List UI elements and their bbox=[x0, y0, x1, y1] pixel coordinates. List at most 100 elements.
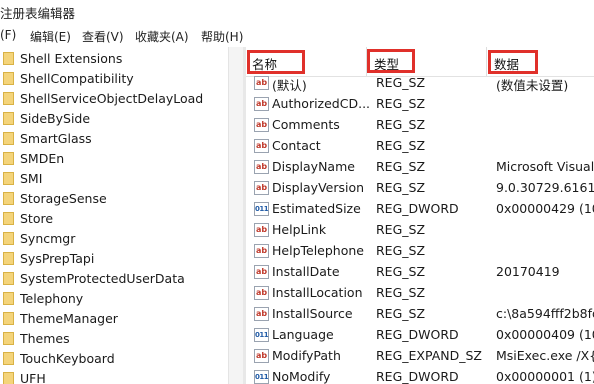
string-value-icon: ab bbox=[254, 139, 269, 153]
tree-item-label: TouchKeyboard bbox=[20, 351, 115, 366]
value-type: REG_SZ bbox=[376, 264, 426, 279]
title-bar: 注册表编辑器 bbox=[0, 0, 594, 24]
menu-favorites[interactable]: 收藏夹(A) bbox=[135, 28, 189, 45]
tree-item-label: SideBySide bbox=[20, 111, 91, 126]
tree-item[interactable]: Themes bbox=[0, 329, 228, 349]
value-type: REG_SZ bbox=[376, 117, 426, 132]
value-name: Language bbox=[272, 327, 334, 342]
tree-item[interactable]: Shell Extensions bbox=[0, 49, 228, 69]
value-row[interactable]: ab Contact REG_SZ bbox=[246, 136, 594, 157]
value-type: REG_DWORD bbox=[376, 201, 459, 216]
tree-item[interactable]: SMI bbox=[0, 169, 228, 189]
string-value-icon: ab bbox=[254, 118, 269, 132]
value-row[interactable]: 011 NoModify REG_DWORD 0x00000001 (1) bbox=[246, 367, 594, 384]
tree-scrollbar[interactable] bbox=[228, 47, 243, 384]
tree-item[interactable]: SysPrepTapi bbox=[0, 249, 228, 269]
value-row[interactable]: ab AuthorizedCD... REG_SZ bbox=[246, 94, 594, 115]
folder-icon bbox=[3, 52, 14, 65]
string-value-icon: ab bbox=[254, 244, 269, 258]
value-row[interactable]: ab HelpLink REG_SZ bbox=[246, 220, 594, 241]
tree-item-label: UFH bbox=[20, 371, 46, 384]
menu-edit[interactable]: 编辑(E) bbox=[30, 28, 71, 45]
value-row[interactable]: ab DisplayName REG_SZ Microsoft Visual bbox=[246, 157, 594, 178]
value-type: REG_SZ bbox=[376, 306, 426, 321]
value-name: Contact bbox=[272, 138, 321, 153]
folder-icon bbox=[3, 212, 14, 225]
string-value-icon: ab bbox=[254, 286, 269, 300]
value-row[interactable]: 011 EstimatedSize REG_DWORD 0x00000429 (… bbox=[246, 199, 594, 220]
highlight-box-name bbox=[247, 50, 305, 74]
tree-item-label: Shell Extensions bbox=[20, 51, 123, 66]
value-name: InstallDate bbox=[272, 264, 340, 279]
tree-item[interactable]: ShellCompatibility bbox=[0, 69, 228, 89]
value-row[interactable]: ab Comments REG_SZ bbox=[246, 115, 594, 136]
folder-icon bbox=[3, 312, 14, 325]
tree-item[interactable]: UFH bbox=[0, 369, 228, 384]
folder-icon bbox=[3, 292, 14, 305]
value-name: Comments bbox=[272, 117, 340, 132]
folder-icon bbox=[3, 372, 14, 384]
folder-icon bbox=[3, 172, 14, 185]
menu-file[interactable]: (F) bbox=[0, 28, 16, 42]
tree-item-label: Telephony bbox=[20, 291, 84, 306]
tree-item[interactable]: SMDEn bbox=[0, 149, 228, 169]
tree-item-label: SMDEn bbox=[20, 151, 65, 166]
tree-item[interactable]: Syncmgr bbox=[0, 229, 228, 249]
registry-tree[interactable]: Shell Extensions ShellCompatibility Shel… bbox=[0, 47, 243, 384]
folder-icon bbox=[3, 152, 14, 165]
highlight-box-type bbox=[367, 49, 415, 73]
folder-icon bbox=[3, 232, 14, 245]
value-type: REG_DWORD bbox=[376, 327, 459, 342]
folder-icon bbox=[3, 352, 14, 365]
value-type: REG_SZ bbox=[376, 138, 426, 153]
value-row[interactable]: ab InstallDate REG_SZ 20170419 bbox=[246, 262, 594, 283]
value-type: REG_SZ bbox=[376, 222, 426, 237]
folder-icon bbox=[3, 92, 14, 105]
tree-item[interactable]: ThemeManager bbox=[0, 309, 228, 329]
value-data: 20170419 bbox=[496, 264, 560, 279]
value-type: REG_SZ bbox=[376, 243, 426, 258]
tree-item-label: ShellCompatibility bbox=[20, 71, 134, 86]
tree-item[interactable]: SmartGlass bbox=[0, 129, 228, 149]
value-data: MsiExec.exe /X{5 bbox=[496, 348, 594, 363]
string-value-icon: ab bbox=[254, 181, 269, 195]
tree-item[interactable]: SideBySide bbox=[0, 109, 228, 129]
tree-item[interactable]: Telephony bbox=[0, 289, 228, 309]
value-type: REG_SZ bbox=[376, 180, 426, 195]
value-name: InstallSource bbox=[272, 306, 353, 321]
tree-item-label: ThemeManager bbox=[20, 311, 118, 326]
value-name: EstimatedSize bbox=[272, 201, 361, 216]
menu-view[interactable]: 查看(V) bbox=[82, 28, 124, 45]
folder-icon bbox=[3, 332, 14, 345]
tree-item[interactable]: ShellServiceObjectDelayLoad bbox=[0, 89, 228, 109]
folder-icon bbox=[3, 132, 14, 145]
folder-icon bbox=[3, 72, 14, 85]
value-name: ModifyPath bbox=[272, 348, 341, 363]
value-row[interactable]: 011 Language REG_DWORD 0x00000409 (103 bbox=[246, 325, 594, 346]
value-row[interactable]: ab HelpTelephone REG_SZ bbox=[246, 241, 594, 262]
tree-item[interactable]: SystemProtectedUserData bbox=[0, 269, 228, 289]
value-row[interactable]: ab ModifyPath REG_EXPAND_SZ MsiExec.exe … bbox=[246, 346, 594, 367]
value-data: Microsoft Visual bbox=[496, 159, 594, 174]
value-row[interactable]: ab InstallLocation REG_SZ bbox=[246, 283, 594, 304]
tree-item[interactable]: TouchKeyboard bbox=[0, 349, 228, 369]
values-pane[interactable]: 名称 类型 数据 ab (默认) REG_SZ (数值未设置) ab Autho… bbox=[246, 47, 594, 384]
tree-item-label: SystemProtectedUserData bbox=[20, 271, 185, 286]
value-name: AuthorizedCD... bbox=[272, 96, 371, 111]
value-row[interactable]: ab DisplayVersion REG_SZ 9.0.30729.6161 bbox=[246, 178, 594, 199]
value-row[interactable]: ab (默认) REG_SZ (数值未设置) bbox=[246, 73, 594, 94]
tree-item[interactable]: Store bbox=[0, 209, 228, 229]
value-row[interactable]: ab InstallSource REG_SZ c:\8a594fff2b8fd… bbox=[246, 304, 594, 325]
tree-item[interactable]: StorageSense bbox=[0, 189, 228, 209]
value-name: HelpTelephone bbox=[272, 243, 364, 258]
value-type: REG_DWORD bbox=[376, 369, 459, 384]
tree-item-label: StorageSense bbox=[20, 191, 107, 206]
menu-help[interactable]: 帮助(H) bbox=[201, 28, 243, 45]
value-data: c:\8a594fff2b8fd8 bbox=[496, 306, 594, 321]
value-data: 0x00000409 (103 bbox=[496, 327, 594, 342]
value-data: 0x00000001 (1) bbox=[496, 369, 594, 384]
folder-icon bbox=[3, 272, 14, 285]
tree-item-label: Store bbox=[20, 211, 54, 226]
value-name: (默认) bbox=[272, 78, 307, 93]
binary-value-icon: 011 bbox=[254, 370, 269, 384]
